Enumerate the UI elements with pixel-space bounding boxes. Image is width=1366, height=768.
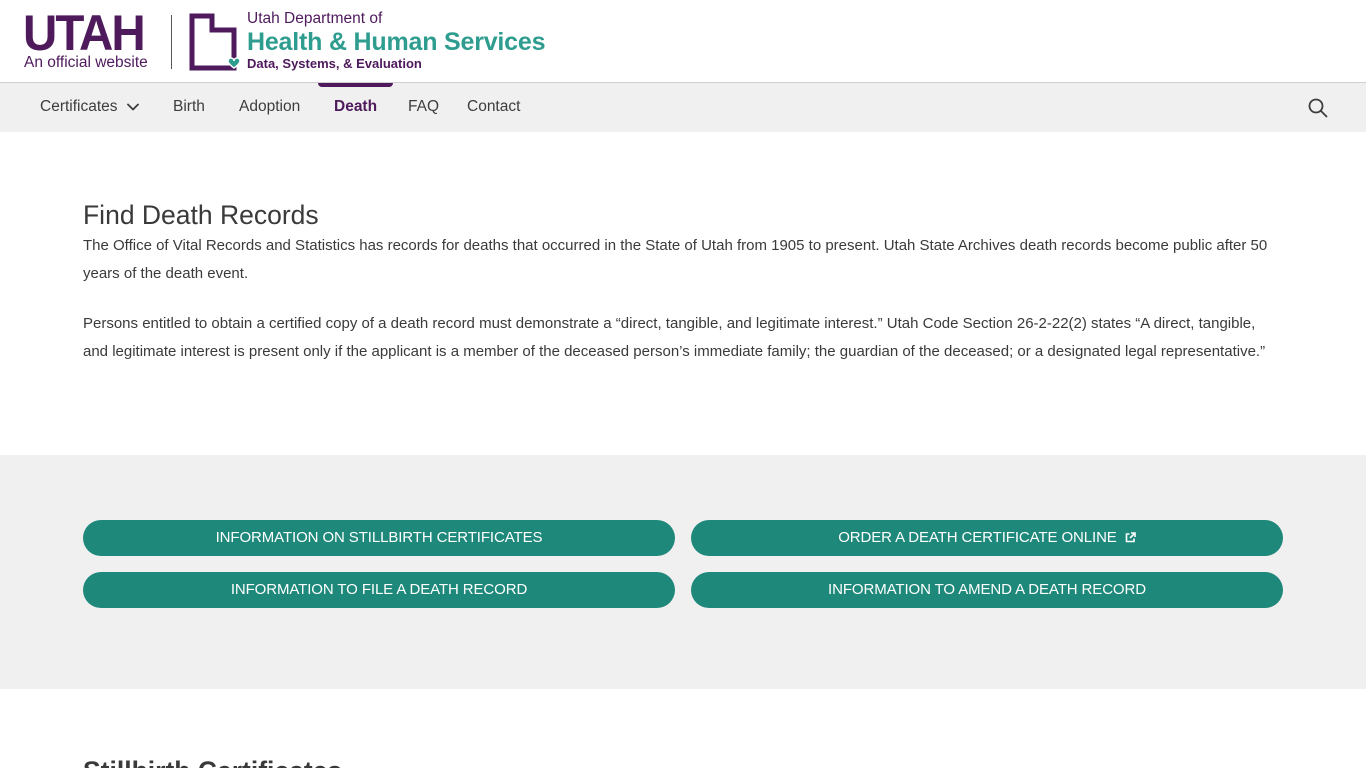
amend-record-button[interactable]: INFORMATION TO AMEND A DEATH RECORD	[691, 572, 1283, 608]
nav-item-birth[interactable]: Birth	[173, 83, 205, 132]
department-line1: Utah Department of	[247, 10, 383, 27]
logo-divider	[171, 15, 172, 69]
nav-item-label: Contact	[467, 98, 521, 115]
button-label: INFORMATION ON STILLBIRTH CERTIFICATES	[215, 529, 543, 546]
department-name[interactable]: Utah Department of Health & Human Servic…	[247, 10, 545, 72]
nav-item-label: Birth	[173, 98, 205, 115]
order-online-button[interactable]: ORDER A DEATH CERTIFICATE ONLINE	[691, 520, 1283, 556]
button-label: ORDER A DEATH CERTIFICATE ONLINE	[838, 529, 1117, 546]
button-label: INFORMATION TO FILE A DEATH RECORD	[230, 581, 528, 598]
nav-item-faq[interactable]: FAQ	[408, 83, 439, 132]
search-icon[interactable]	[1306, 96, 1330, 120]
page-title: Find Death Records	[83, 200, 319, 230]
main-nav: Certificates Birth Adoption Death FAQ Co…	[0, 83, 1366, 132]
stillbirth-info-button[interactable]: INFORMATION ON STILLBIRTH CERTIFICATES	[83, 520, 675, 556]
official-website-tagline: An official website	[24, 54, 148, 71]
nav-item-death[interactable]: Death	[317, 83, 394, 132]
department-line3: Data, Systems, & Evaluation	[247, 56, 422, 71]
utah-state-outline-icon[interactable]	[186, 12, 242, 72]
chevron-down-icon[interactable]	[126, 100, 140, 114]
button-label: INFORMATION TO AMEND A DEATH RECORD	[828, 581, 1146, 598]
external-link-icon	[1125, 532, 1136, 543]
site-header: UTAH An official website Utah Department…	[0, 0, 1366, 83]
intro-section: Find Death Records The Office of Vital R…	[83, 198, 1283, 365]
nav-item-adoption[interactable]: Adoption	[239, 83, 300, 132]
stillbirth-section-heading: Stillbirth Certificates	[83, 754, 342, 768]
nav-item-contact[interactable]: Contact	[467, 83, 520, 132]
nav-item-label: Death	[334, 98, 378, 115]
department-line2: Health & Human Services	[247, 28, 546, 56]
actions-band: INFORMATION ON STILLBIRTH CERTIFICATES O…	[0, 455, 1366, 689]
intro-paragraph: The Office of Vital Records and Statisti…	[83, 237, 1268, 282]
nav-item-certificates[interactable]: Certificates	[40, 83, 118, 132]
utah-logo[interactable]: UTAH An official website	[23, 8, 157, 74]
eligibility-paragraph: Persons entitled to obtain a certified c…	[83, 315, 1266, 360]
nav-item-label: FAQ	[408, 98, 440, 115]
nav-item-label: Certificates	[40, 98, 118, 115]
nav-item-label: Adoption	[239, 98, 301, 115]
utah-wordmark: UTAH	[23, 5, 146, 61]
file-record-button[interactable]: INFORMATION TO FILE A DEATH RECORD	[83, 572, 675, 608]
